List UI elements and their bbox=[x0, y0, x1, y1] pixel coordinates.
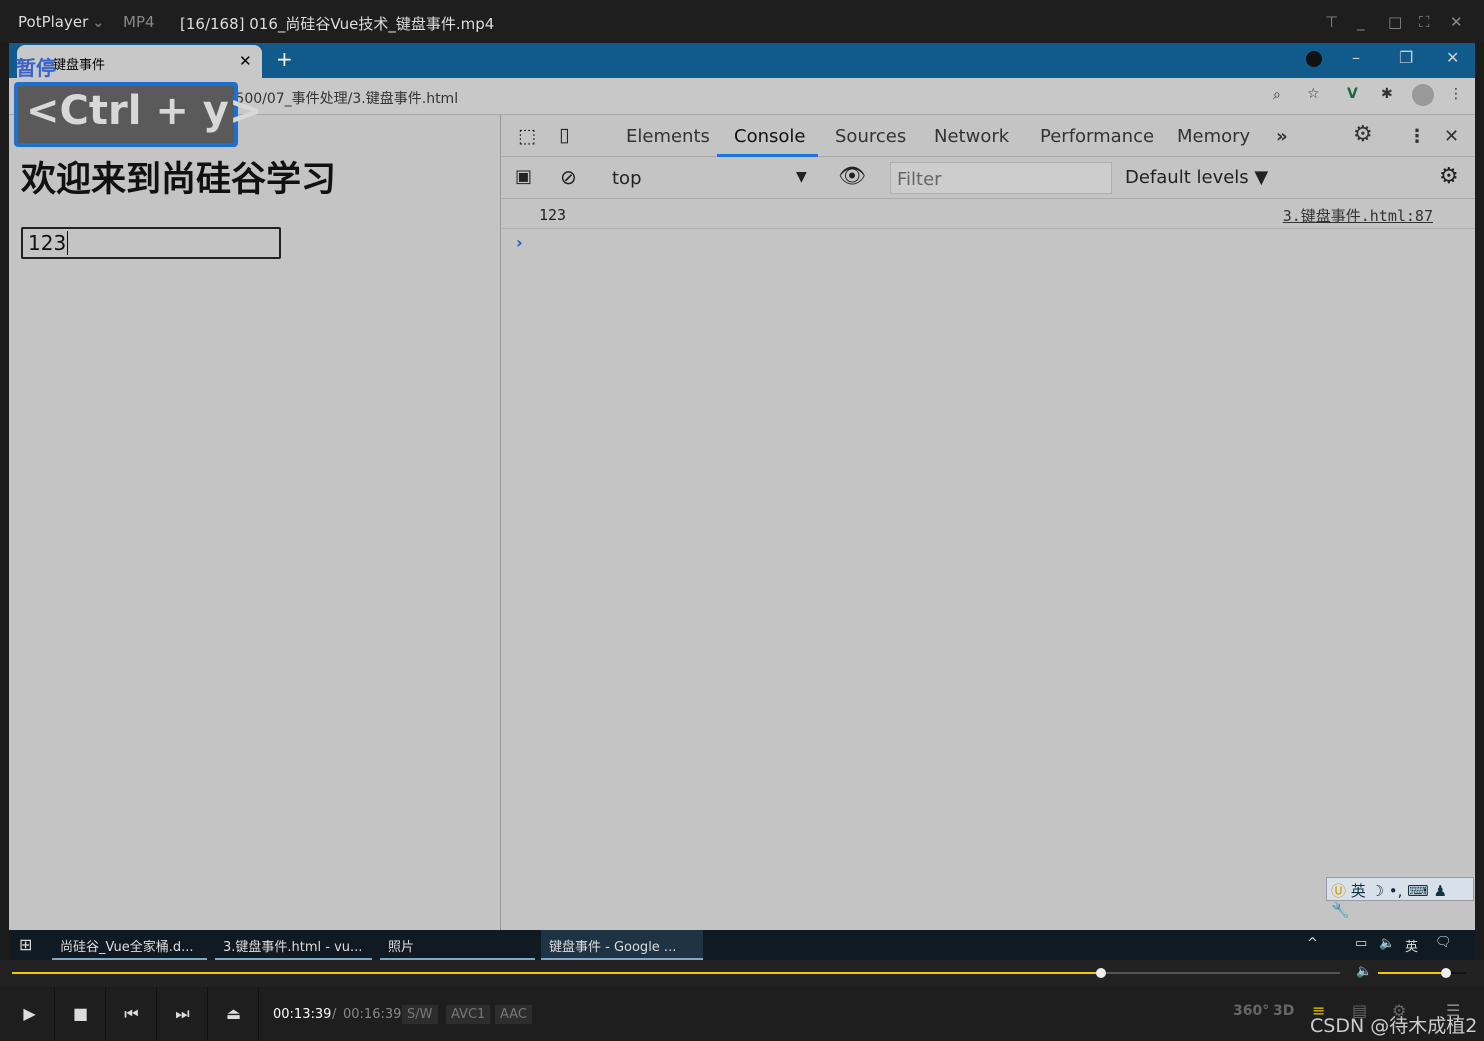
console-prompt-icon[interactable]: › bbox=[516, 233, 523, 252]
osd-status: 暂停 bbox=[16, 56, 56, 80]
tab-elements[interactable]: Elements bbox=[626, 126, 710, 147]
ime-toolbar[interactable]: Ⓤ 英 ☽ •, ⌨ ♟ 🔧 bbox=[1326, 877, 1474, 919]
input-value: 123 bbox=[28, 231, 67, 255]
windows-start-icon[interactable]: ⊞ bbox=[19, 935, 32, 954]
close-icon[interactable]: ✕ bbox=[1450, 13, 1463, 31]
badge-video-codec[interactable]: AVC1 bbox=[446, 1005, 491, 1024]
restore-icon[interactable]: ❐ bbox=[1399, 48, 1413, 67]
format-label: MP4 bbox=[123, 13, 155, 31]
device-toolbar-icon[interactable]: ▯ bbox=[559, 124, 569, 146]
tab-sources[interactable]: Sources bbox=[835, 126, 906, 147]
tab-performance[interactable]: Performance bbox=[1040, 126, 1154, 147]
tab-network[interactable]: Network bbox=[934, 126, 1009, 147]
time-separator: / bbox=[332, 1007, 337, 1022]
new-tab-icon[interactable]: + bbox=[276, 47, 293, 71]
badge-audio-codec[interactable]: AAC bbox=[495, 1005, 532, 1024]
browser-window: 键盘事件 ✕ + – ❐ ✕ ↻ ⓘ 127.0.0.1:5500/07_事件处… bbox=[9, 43, 1475, 930]
inspect-icon[interactable]: ⬚ bbox=[518, 125, 536, 147]
fullscreen-icon[interactable]: ⛶ bbox=[1419, 13, 1430, 31]
key-input[interactable]: 123 bbox=[21, 227, 281, 259]
ime-logo-icon: Ⓤ bbox=[1331, 882, 1347, 900]
volume-handle[interactable] bbox=[1440, 968, 1451, 978]
devtools-tabbar: ⬚ ▯ Elements Console Sources Network Per… bbox=[502, 115, 1475, 157]
devtools-panel: ⬚ ▯ Elements Console Sources Network Per… bbox=[502, 115, 1475, 930]
taskbar-item-word[interactable]: 尚硅谷_Vue全家桶.d... bbox=[52, 930, 207, 960]
chevron-down-icon[interactable]: ⌄ bbox=[92, 13, 105, 31]
pin-icon[interactable]: ⊤ bbox=[1325, 13, 1338, 31]
sidebar-toggle-icon[interactable]: ▣ bbox=[515, 166, 532, 187]
battery-icon[interactable]: ▭ bbox=[1355, 936, 1367, 951]
time-total: 00:16:39 bbox=[343, 1007, 402, 1022]
context-select[interactable]: top bbox=[612, 168, 642, 189]
console-toolbar: ▣ ⊘ top ▼ 👁 Filter Default levels ▼ ⚙ bbox=[502, 157, 1475, 199]
watermark: CSDN @待木成植2 bbox=[1310, 1015, 1478, 1037]
console-settings-icon[interactable]: ⚙ bbox=[1439, 164, 1459, 189]
maximize-icon[interactable]: □ bbox=[1388, 13, 1402, 31]
profile-icon[interactable] bbox=[1306, 51, 1322, 67]
taskbar-item-chrome[interactable]: 键盘事件 - Google ... bbox=[541, 930, 703, 960]
play-icon[interactable]: ▶ bbox=[5, 987, 55, 1041]
player-controls: ▶ ■ ⏮ ⏭ ⏏ 00:13:39 / 00:16:39 S/W AVC1 A… bbox=[0, 987, 1484, 1041]
filter-input[interactable]: Filter bbox=[890, 162, 1112, 194]
page-content: 欢迎来到尚硅谷学习 123 bbox=[9, 115, 501, 930]
console-log-row: 123 3.键盘事件.html:87 bbox=[502, 199, 1475, 229]
minimize-icon[interactable]: – bbox=[1352, 48, 1360, 67]
video-title: [16/168] 016_尚硅谷Vue技术_键盘事件.mp4 bbox=[180, 15, 495, 33]
3d-icon[interactable]: 3D bbox=[1273, 1003, 1294, 1019]
log-message: 123 bbox=[539, 206, 567, 224]
taskbar-item-vscode[interactable]: 3.键盘事件.html - vu... bbox=[215, 930, 372, 960]
tray-chevron-icon[interactable]: ^ bbox=[1307, 936, 1318, 951]
tab-title: 键盘事件 bbox=[53, 58, 106, 73]
star-icon[interactable]: ☆ bbox=[1307, 86, 1320, 102]
task-label: 尚硅谷_Vue全家桶.d... bbox=[60, 940, 194, 955]
close-devtools-icon[interactable]: ✕ bbox=[1444, 126, 1459, 147]
windows-taskbar: ⊞ 尚硅谷_Vue全家桶.d... 3.键盘事件.html - vu... 照片… bbox=[9, 930, 1475, 960]
menu-icon[interactable]: ⋮ bbox=[1449, 86, 1463, 102]
page-heading: 欢迎来到尚硅谷学习 bbox=[21, 160, 337, 200]
seek-area: 🔈 bbox=[0, 960, 1484, 987]
eye-icon[interactable]: 👁 bbox=[838, 164, 866, 189]
zoom-icon[interactable]: ⌕ bbox=[1273, 87, 1281, 103]
vue-devtools-icon[interactable]: V bbox=[1347, 86, 1358, 102]
log-source-link[interactable]: 3.键盘事件.html:87 bbox=[1283, 205, 1433, 226]
more-tabs-icon[interactable]: » bbox=[1276, 126, 1288, 147]
stop-icon[interactable]: ■ bbox=[56, 987, 106, 1041]
next-icon[interactable]: ⏭ bbox=[158, 987, 208, 1041]
more-options-icon[interactable]: ⋮ bbox=[1408, 126, 1426, 147]
context-dropdown-icon[interactable]: ▼ bbox=[796, 169, 807, 185]
clear-console-icon[interactable]: ⊘ bbox=[560, 165, 577, 189]
extensions-icon[interactable]: ✱ bbox=[1381, 86, 1393, 102]
levels-dropdown[interactable]: Default levels ▼ bbox=[1125, 167, 1268, 188]
close-tab-icon[interactable]: ✕ bbox=[239, 52, 252, 70]
tab-console[interactable]: Console bbox=[734, 126, 805, 147]
avatar[interactable] bbox=[1412, 84, 1434, 106]
badge-render[interactable]: S/W bbox=[402, 1005, 438, 1024]
notification-icon[interactable]: 🗨 bbox=[1435, 935, 1452, 950]
tab-memory[interactable]: Memory bbox=[1177, 126, 1250, 147]
taskbar-item-photos[interactable]: 照片 bbox=[380, 930, 535, 960]
volume-tray-icon[interactable]: 🔈 bbox=[1379, 936, 1395, 951]
task-label: 键盘事件 - Google ... bbox=[549, 940, 677, 955]
player-titlebar: PotPlayer ⌄ MP4 [16/168] 016_尚硅谷Vue技术_键盘… bbox=[0, 0, 1484, 43]
seek-progress bbox=[12, 972, 1101, 974]
volume-level bbox=[1378, 972, 1446, 974]
eject-icon[interactable]: ⏏ bbox=[209, 987, 259, 1041]
minimize-icon[interactable]: _ bbox=[1357, 13, 1365, 31]
task-label: 照片 bbox=[388, 940, 415, 955]
settings-icon[interactable]: ⚙ bbox=[1353, 122, 1373, 147]
mute-icon[interactable]: 🔈 bbox=[1356, 964, 1372, 979]
time-current: 00:13:39 bbox=[273, 1007, 332, 1022]
previous-icon[interactable]: ⏮ bbox=[107, 987, 157, 1041]
ime-indicator[interactable]: 英 bbox=[1405, 936, 1418, 955]
seek-handle[interactable] bbox=[1095, 968, 1106, 978]
app-menu[interactable]: PotPlayer bbox=[18, 13, 88, 31]
tab-strip: 键盘事件 ✕ + – ❐ ✕ bbox=[9, 43, 1475, 78]
close-window-icon[interactable]: ✕ bbox=[1446, 48, 1459, 67]
osd-shortcut: <Ctrl + y> bbox=[14, 82, 262, 147]
360-icon[interactable]: 360° bbox=[1233, 1003, 1269, 1019]
ime-mode: 英 bbox=[1350, 882, 1366, 900]
task-label: 3.键盘事件.html - vu... bbox=[223, 940, 363, 955]
